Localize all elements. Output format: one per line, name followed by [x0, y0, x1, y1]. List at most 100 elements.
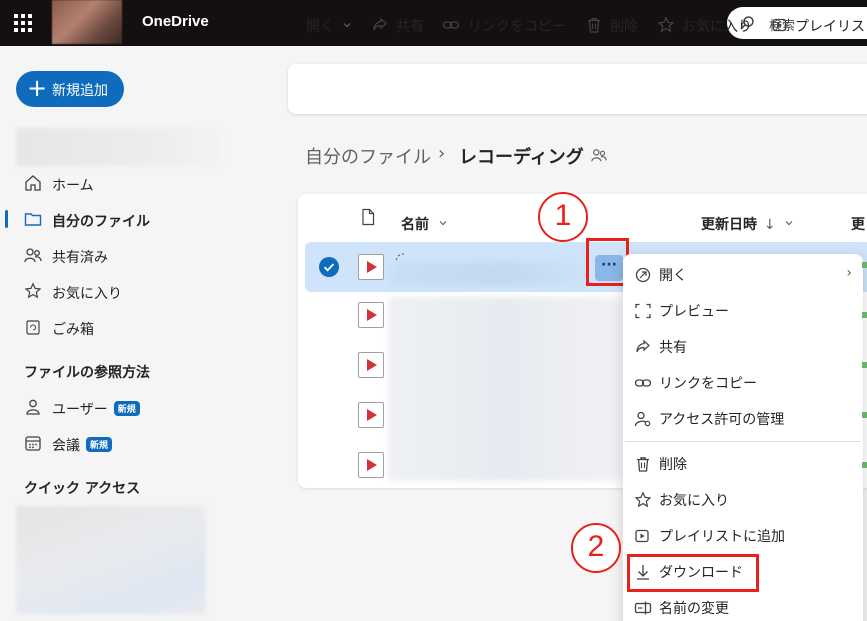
sidebar-item-meetings[interactable]: 会議 新規 — [24, 432, 264, 456]
sidebar-item-label: ユーザー — [52, 402, 108, 418]
sidebar-item-label: 会議 — [52, 438, 80, 454]
new-button[interactable]: + 新規追加 — [16, 71, 124, 107]
chevron-right-icon: › — [846, 265, 852, 281]
playlist-icon — [772, 18, 787, 32]
chevron-down-icon — [343, 23, 351, 28]
calendar-icon — [25, 436, 41, 451]
menu-item-add-to-playlist[interactable]: プレイリストに追加 — [634, 524, 856, 548]
toolbar-copy-link-label: リンクをコピー — [468, 19, 566, 35]
app-launcher-icon[interactable] — [14, 14, 32, 32]
folder-icon — [24, 213, 42, 226]
sidebar-item-label: 共有済み — [52, 250, 108, 266]
star-icon — [24, 282, 42, 299]
sort-descending-icon: ↓ — [763, 217, 776, 233]
avatar[interactable] — [52, 0, 122, 44]
sidebar-item-favorites[interactable]: お気に入り — [24, 280, 264, 304]
link-icon — [634, 379, 652, 387]
menu-item-favorite[interactable]: お気に入り — [634, 488, 856, 512]
share-icon — [373, 17, 387, 31]
row-status-indicator — [862, 262, 867, 268]
toolbar-delete-label: 削除 — [610, 19, 638, 35]
browse-heading: ファイルの参照方法 — [24, 365, 150, 381]
rename-icon — [634, 601, 652, 615]
share-icon — [636, 339, 650, 353]
sidebar-item-recycle-bin[interactable]: ごみ箱 — [24, 316, 264, 340]
column-header-name[interactable]: 名前 — [401, 214, 448, 234]
open-icon — [635, 267, 651, 283]
toolbar-open-label: 開く — [306, 19, 334, 35]
quick-access-items-blurred — [16, 506, 206, 614]
step-2-marker: 2 — [571, 523, 621, 573]
menu-item-share[interactable]: 共有 — [634, 335, 856, 359]
video-file-icon — [358, 402, 384, 428]
person-icon — [26, 399, 40, 415]
people-icon — [24, 248, 42, 263]
account-name-blurred — [16, 128, 221, 166]
video-file-icon — [358, 352, 384, 378]
quick-access-heading: クイック アクセス — [24, 481, 141, 497]
menu-item-copy-link[interactable]: リンクをコピー — [634, 371, 856, 395]
toolbar-share-label: 共有 — [396, 19, 424, 35]
menu-item-label: プレビュー — [659, 304, 729, 320]
link-icon — [442, 21, 460, 29]
sidebar-item-home[interactable]: ホーム — [24, 172, 264, 196]
page-title: レコーディング — [459, 147, 584, 168]
row-status-indicator — [862, 412, 867, 418]
checkmark-icon — [323, 263, 335, 272]
plus-icon: + — [27, 74, 48, 102]
sidebar-item-my-files[interactable]: 自分のファイル — [24, 208, 264, 232]
step-1-marker: 1 — [538, 192, 588, 242]
sidebar-item-shared[interactable]: 共有済み — [24, 244, 264, 268]
video-file-icon — [358, 452, 384, 478]
playlist-icon — [635, 529, 649, 543]
active-indicator — [5, 210, 8, 228]
file-type-header-icon — [362, 208, 375, 226]
menu-item-rename[interactable]: 名前の変更 — [634, 596, 856, 620]
menu-item-label: アクセス許可の管理 — [659, 412, 785, 428]
sidebar-item-label: 自分のファイル — [52, 214, 150, 230]
file-name-blurred — [392, 262, 582, 286]
menu-item-label: プレイリストに追加 — [659, 529, 785, 545]
menu-item-label: 名前の変更 — [659, 601, 729, 617]
menu-item-preview[interactable]: プレビュー — [634, 299, 856, 323]
menu-item-open[interactable]: 開く › — [634, 263, 856, 287]
menu-item-label: 共有 — [659, 340, 687, 356]
shared-folder-icon — [591, 149, 607, 162]
manage-access-icon — [634, 411, 651, 427]
star-icon — [634, 491, 652, 508]
column-header-next[interactable]: 更 — [851, 214, 865, 234]
breadcrumb-separator: › — [438, 143, 446, 164]
recycle-bin-icon — [26, 320, 40, 335]
sidebar-item-label: ごみ箱 — [52, 322, 94, 338]
home-icon — [25, 175, 41, 191]
menu-divider — [625, 441, 861, 442]
menu-item-delete[interactable]: 削除 — [634, 452, 856, 476]
column-header-name-label: 名前 — [401, 217, 429, 233]
breadcrumb-my-files[interactable]: 自分のファイル — [305, 143, 431, 169]
menu-item-label: 削除 — [659, 457, 687, 473]
command-bar — [288, 64, 867, 114]
app-title[interactable]: OneDrive — [142, 13, 209, 30]
sidebar-item-people[interactable]: ユーザー 新規 — [24, 396, 264, 420]
menu-item-label: リンクをコピー — [659, 376, 757, 392]
row-status-indicator — [862, 312, 867, 318]
preview-icon — [635, 303, 651, 319]
column-header-modified[interactable]: 更新日時 ↓ — [701, 214, 794, 234]
menu-item-label: お気に入り — [659, 493, 729, 509]
sidebar-item-label: お気に入り — [52, 286, 122, 302]
video-file-icon — [358, 254, 384, 280]
file-names-blurred — [388, 297, 623, 481]
menu-item-manage-access[interactable]: アクセス許可の管理 — [634, 407, 856, 431]
new-button-label: 新規追加 — [52, 83, 108, 99]
delete-icon — [588, 18, 600, 33]
column-header-modified-label: 更新日時 — [701, 217, 757, 233]
star-icon — [657, 16, 675, 33]
toolbar-playlist-label: プレイリスト — [795, 19, 867, 35]
sidebar-item-label: ホーム — [52, 178, 94, 194]
row-status-indicator — [862, 462, 867, 468]
toolbar-favorite-label: お気に入り — [682, 19, 752, 35]
row-checkbox-checked[interactable] — [319, 257, 339, 277]
new-badge: 新規 — [86, 437, 113, 452]
delete-icon — [637, 457, 649, 472]
chevron-down-icon — [439, 221, 447, 226]
